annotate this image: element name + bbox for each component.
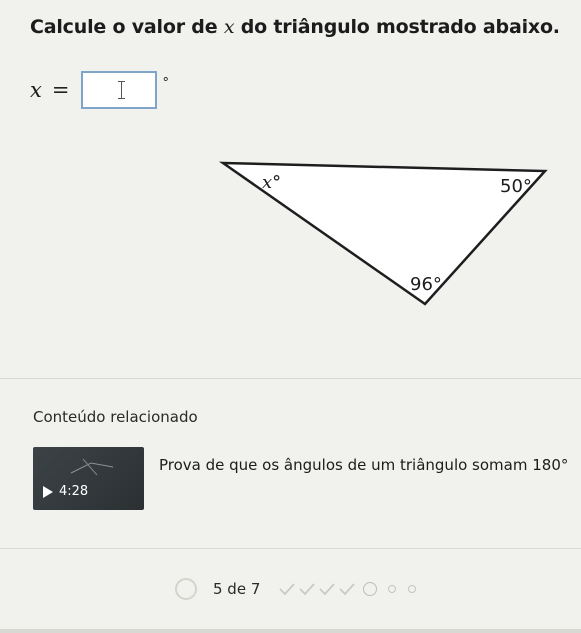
related-content-heading: Conteúdo relacionado [33, 408, 198, 426]
check-icon [319, 583, 336, 596]
section-divider-2 [0, 548, 581, 549]
video-duration: 4:28 [59, 484, 89, 499]
thumbnail-sketch-icon [70, 458, 114, 476]
bottom-bar [0, 629, 581, 633]
angle-label-50: 50° [500, 176, 532, 197]
question-progress: 5 de 7 [175, 578, 422, 600]
angle-label-96: 96° [410, 274, 442, 295]
pending-question-dot [388, 585, 397, 593]
check-icon [339, 583, 356, 596]
check-icon [279, 583, 296, 596]
pending-question-dot [408, 585, 417, 593]
angle-label-x: x° [262, 172, 281, 193]
video-title-link[interactable]: Prova de que os ângulos de um triângulo … [159, 456, 568, 474]
triangle-figure: x° 50° 96° [218, 161, 548, 306]
progress-marks [278, 582, 422, 596]
progress-label: 5 de 7 [213, 580, 261, 598]
section-divider [0, 378, 581, 379]
progress-ring-icon [175, 578, 197, 600]
current-question-dot [363, 582, 378, 596]
play-icon [43, 486, 53, 498]
check-icon [299, 583, 316, 596]
video-thumbnail[interactable]: 4:28 [33, 447, 144, 510]
